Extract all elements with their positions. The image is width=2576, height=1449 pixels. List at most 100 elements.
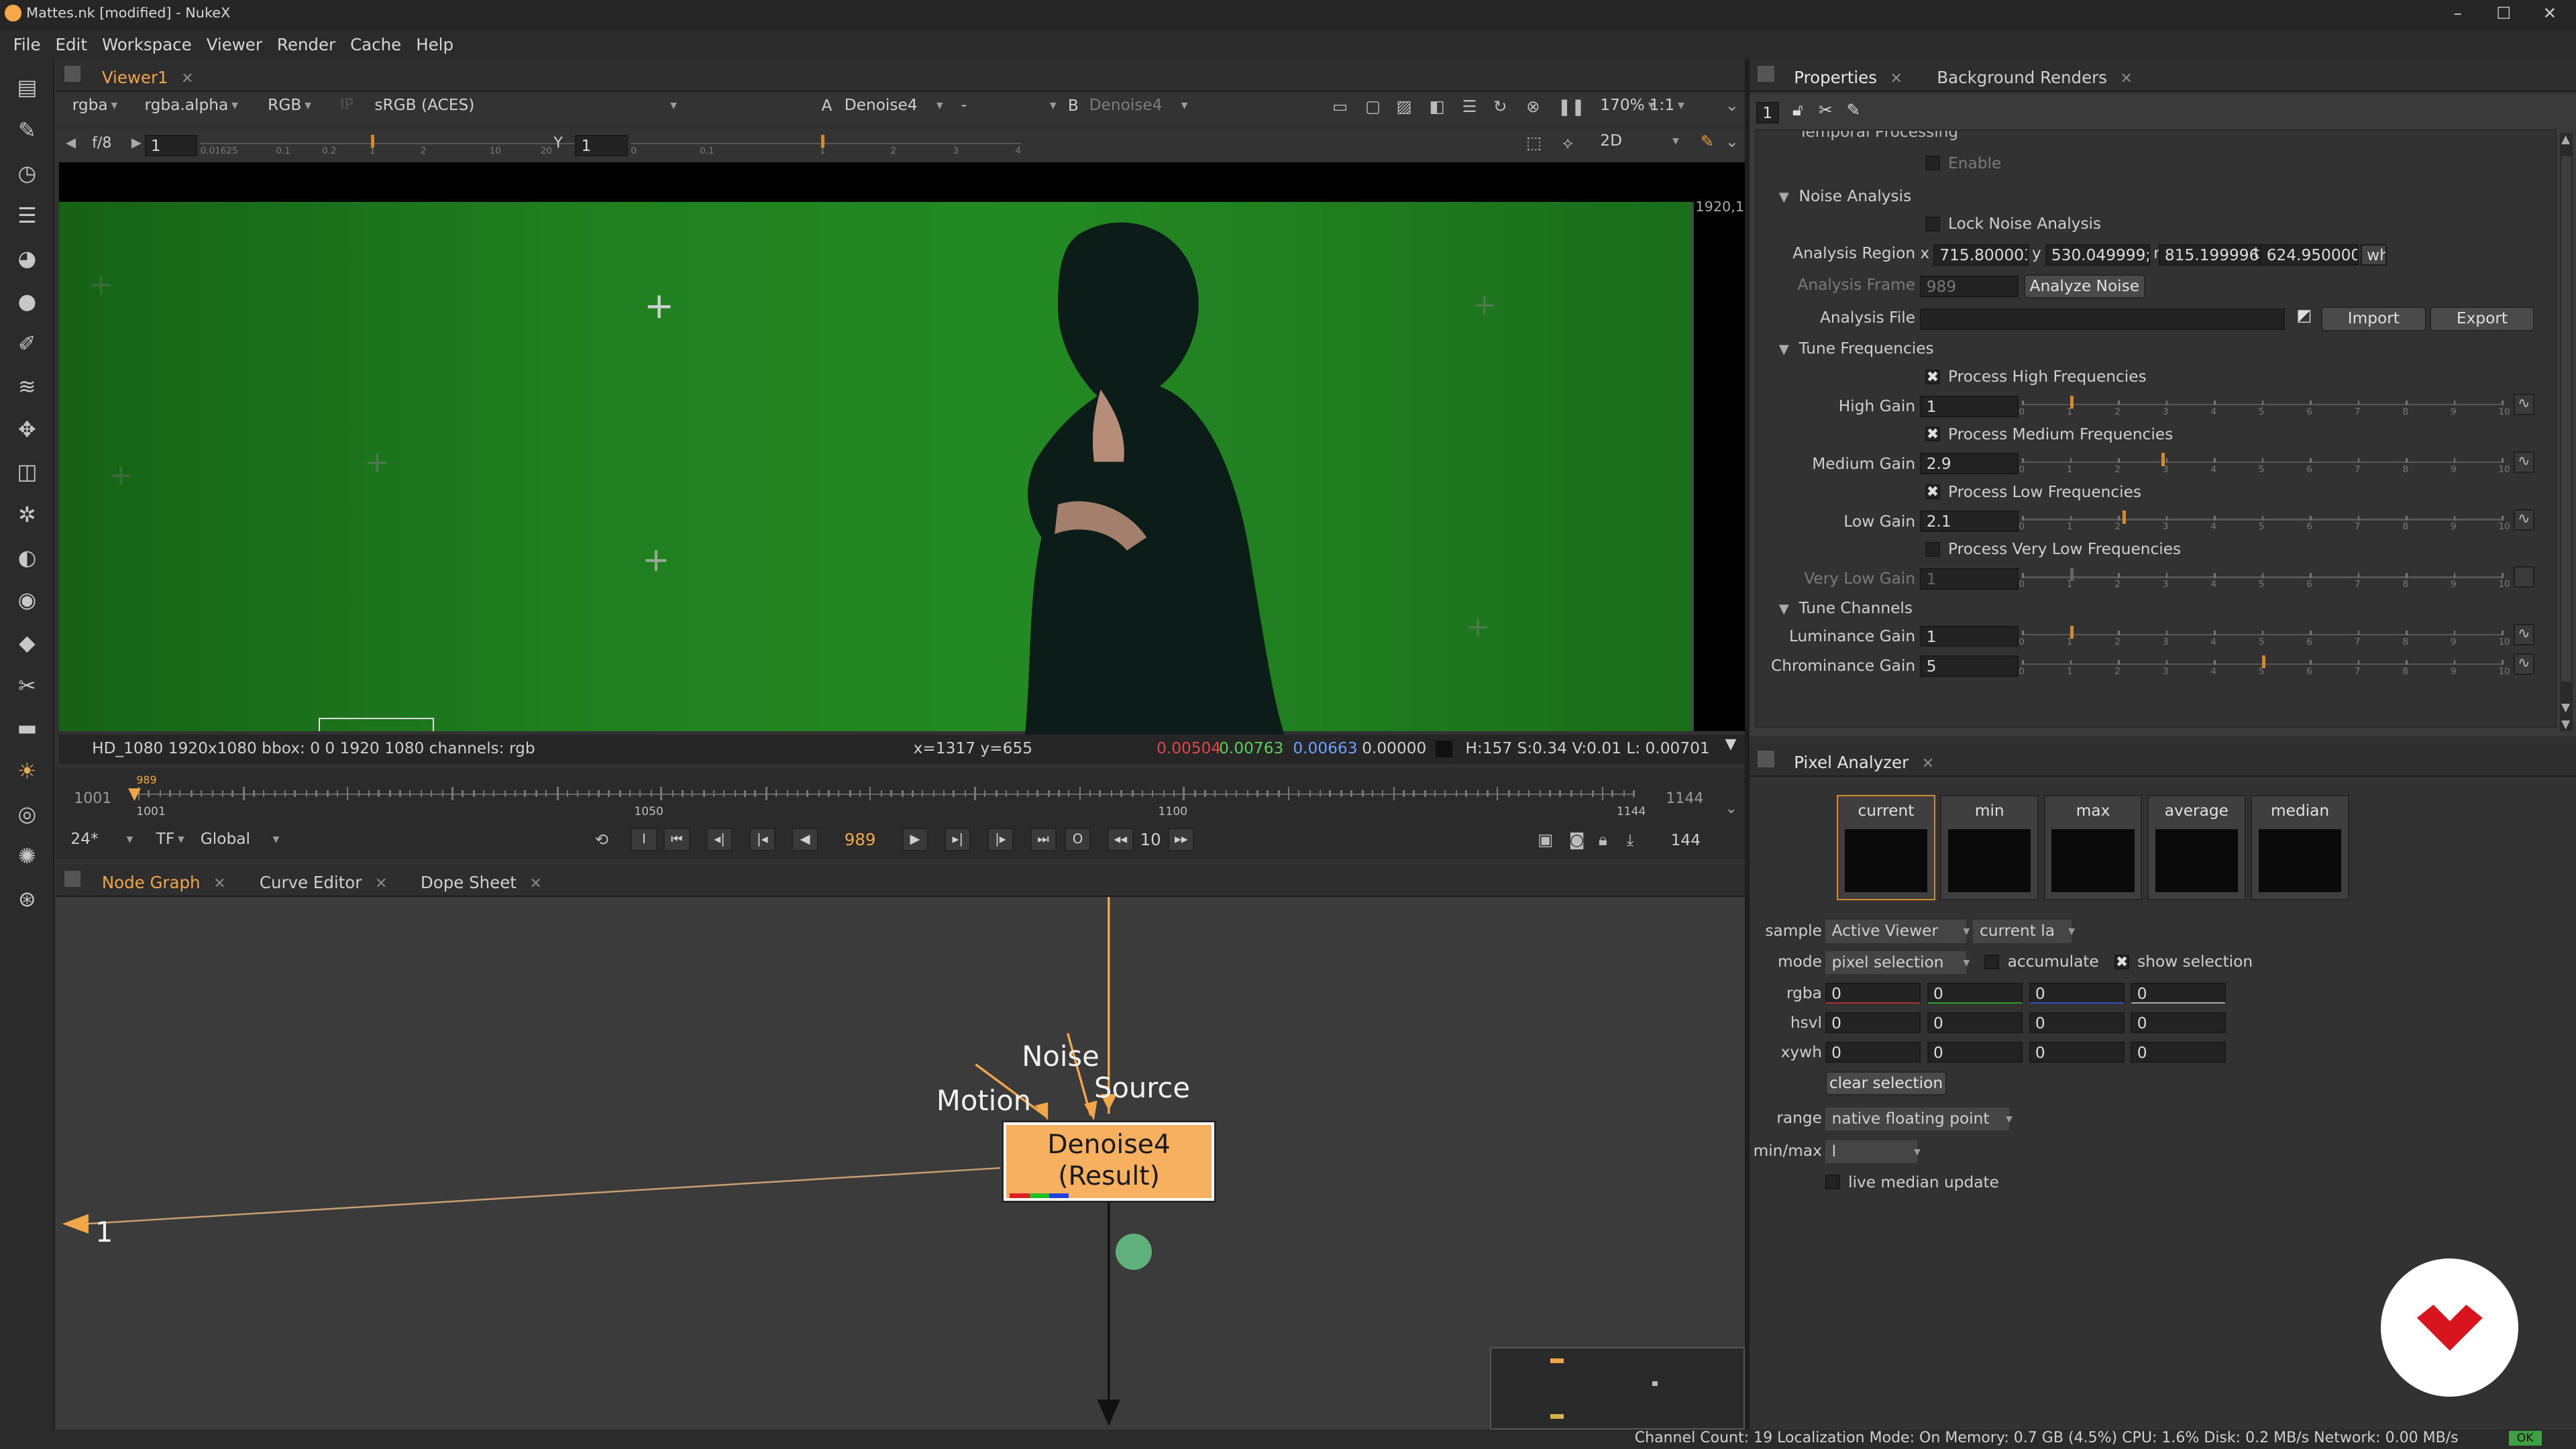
gamma-slider[interactable]: 0 0.1 1 2 3 4	[631, 133, 1022, 156]
medium-gain-curve-icon[interactable]: ∿	[2513, 451, 2535, 473]
views-icon[interactable]: ◉	[13, 586, 42, 614]
export-button[interactable]: Export	[2429, 307, 2535, 332]
gain-slider[interactable]: 0.01625 0.1 0.2 1 2 10 20 64	[200, 133, 592, 156]
timeline[interactable]: 1001 1144 1001 1050 1100 1144 989 ▼ ⌄	[56, 767, 1745, 823]
scope-dropdown[interactable]: Global	[194, 828, 280, 851]
analysis-file-field[interactable]	[1920, 308, 2286, 330]
low-gain-slider[interactable]: 0 1 2 3 4 5 6 7 8 9 10	[2019, 509, 2510, 532]
menu-viewer[interactable]: Viewer	[207, 35, 262, 54]
cara-vr-icon[interactable]: ✺	[13, 843, 42, 871]
max-swatch[interactable]: max	[2043, 795, 2143, 901]
mode-dropdown[interactable]: pixel selection	[1825, 951, 1970, 975]
rgba-a-field[interactable]: 0	[2131, 982, 2226, 1004]
panel-menu-icon[interactable]	[1758, 65, 1774, 83]
median-swatch[interactable]: median	[2251, 795, 2350, 901]
timeline-start[interactable]: 1001	[74, 790, 111, 807]
denoise-node[interactable]: Denoise4 (Result)	[1004, 1122, 1214, 1201]
panel-menu-icon[interactable]	[1758, 751, 1774, 767]
tab-background-renders[interactable]: Background Renders ✕	[1927, 64, 2143, 91]
lock-panel-icon[interactable]: 🔓︎	[1792, 100, 1803, 119]
tab-curve-editor[interactable]: Curve Editor ✕	[250, 869, 397, 896]
accumulate-checkbox[interactable]	[1984, 954, 2000, 969]
high-gain-slider[interactable]: 0 1 2 3 4 5 6 7 8 9 10	[2019, 394, 2510, 417]
toolsets-icon[interactable]: ✂	[13, 672, 42, 700]
viewer-options2-icon[interactable]: ⌄	[1725, 131, 1739, 151]
input-b-dropdown[interactable]: Denoise4	[1083, 94, 1188, 117]
hsvl-l-field[interactable]: 0	[2131, 1012, 2226, 1034]
node-graph-minimap[interactable]	[1490, 1347, 1745, 1430]
deep-icon[interactable]: ◐	[13, 544, 42, 572]
viewer-canvas[interactable]: + + + + + + + 1920,1	[59, 162, 1745, 735]
prev-frame-button[interactable]: |◂	[749, 828, 775, 851]
menu-help[interactable]: Help	[416, 35, 453, 54]
render-monitor-icon[interactable]: ▣	[1538, 830, 1553, 849]
paint-icon[interactable]: ✎	[13, 117, 42, 145]
tab-viewer1[interactable]: Viewer1 ✕	[92, 64, 203, 91]
tune-frequencies-section[interactable]: ▼ Tune Frequencies	[1779, 339, 1934, 358]
low-gain-curve-icon[interactable]: ∿	[2513, 508, 2535, 531]
hsvl-v-field[interactable]: 0	[2029, 1012, 2125, 1034]
ocula-icon[interactable]: ◎	[13, 800, 42, 828]
ratio-dropdown[interactable]: 1:1	[1643, 94, 1685, 117]
play-forward-button[interactable]: ▶	[902, 828, 928, 851]
chrominance-gain-field[interactable]: 5	[1920, 655, 2019, 677]
last-frame-button[interactable]: ⏭	[1030, 828, 1057, 851]
region-select-icon[interactable]: ⬚	[1526, 133, 1542, 152]
pause-icon[interactable]: ❚❚	[1558, 97, 1585, 116]
close-tab-icon[interactable]: ✕	[213, 875, 225, 892]
panel-count-field[interactable]: 1	[1756, 101, 1780, 123]
transform-icon[interactable]: ✥	[13, 416, 42, 444]
playhead[interactable]: ▼	[128, 784, 141, 803]
slider-thumb[interactable]	[2070, 625, 2074, 639]
region-t-field[interactable]: 624.950000;	[2260, 244, 2359, 266]
rgba-b-field[interactable]: 0	[2029, 982, 2125, 1004]
very-low-gain-curve-icon[interactable]	[2513, 566, 2535, 588]
slider-thumb[interactable]	[2070, 395, 2074, 409]
menu-edit[interactable]: Edit	[56, 35, 87, 54]
rgba-g-field[interactable]: 0	[1927, 982, 2023, 1004]
close-tab-icon[interactable]: ✕	[529, 875, 541, 892]
merge-icon[interactable]: ≋	[13, 373, 42, 401]
slider-thumb[interactable]	[2161, 453, 2165, 467]
properties-scrollbar[interactable]: ▲ ▼ ▼	[2559, 133, 2573, 731]
current-swatch[interactable]: current	[1836, 795, 1935, 901]
luminance-gain-slider[interactable]: 0 1 2 3 4 5 6 7 8 9 10	[2019, 624, 2510, 647]
cache-icon[interactable]: ◙	[1569, 830, 1585, 849]
color-picker-icon[interactable]: ✎	[1701, 131, 1715, 151]
prev-keyframe-button[interactable]: ◂|	[706, 828, 733, 851]
noise-analysis-section[interactable]: ▼ Noise Analysis	[1779, 187, 1911, 205]
fps-dropdown[interactable]: 24*	[64, 828, 133, 851]
xywh-w-field[interactable]: 0	[2029, 1041, 2125, 1063]
timeline-end[interactable]: 1144	[1666, 790, 1703, 807]
xywh-h-field[interactable]: 0	[2131, 1041, 2226, 1063]
flipbook-icon[interactable]: ⤓	[1627, 830, 1634, 849]
loop-mode-icon[interactable]: ⟲	[595, 830, 609, 849]
file-browse-icon[interactable]: ◩	[2296, 305, 2312, 325]
close-button[interactable]: ✕	[2533, 3, 2566, 23]
process-very-low-checkbox[interactable]	[1925, 541, 1940, 557]
xywh-y-field[interactable]: 0	[1927, 1041, 2023, 1063]
close-tab-icon[interactable]: ✕	[1922, 755, 1934, 772]
particles-icon[interactable]: ✲	[13, 501, 42, 529]
frame-step-field[interactable]: 10	[1140, 830, 1161, 849]
nodes-icon[interactable]: ⊛	[13, 885, 42, 914]
analyze-noise-button[interactable]: Analyze Noise	[2023, 274, 2145, 299]
3d-icon[interactable]: ◫	[13, 458, 42, 486]
minimize-button[interactable]: –	[2441, 3, 2474, 23]
play-backward-button[interactable]: ◀	[792, 828, 818, 851]
tab-pixel-analyzer[interactable]: Pixel Analyzer ✕	[1784, 749, 1944, 775]
colorspace-dropdown[interactable]: sRGB (ACES)	[368, 94, 677, 117]
live-median-checkbox[interactable]	[1825, 1175, 1840, 1190]
in-point-button[interactable]: I	[631, 828, 657, 851]
close-tab-icon[interactable]: ✕	[1890, 70, 1902, 87]
very-low-gain-field[interactable]: 1	[1920, 568, 2019, 590]
gamma-field[interactable]: 1	[575, 134, 628, 156]
timeline-expand-icon[interactable]: ⌄	[1725, 800, 1737, 817]
menu-cache[interactable]: Cache	[350, 35, 401, 54]
tab-properties[interactable]: Properties ✕	[1784, 64, 1913, 91]
channels-dropdown[interactable]: rgba	[66, 94, 117, 117]
input-a-dropdown[interactable]: Denoise4	[838, 94, 943, 117]
current-frame-field[interactable]: 989	[845, 830, 876, 849]
keyer-icon[interactable]: ✐	[13, 330, 42, 358]
wipe-icon[interactable]: ◧	[1430, 97, 1445, 116]
